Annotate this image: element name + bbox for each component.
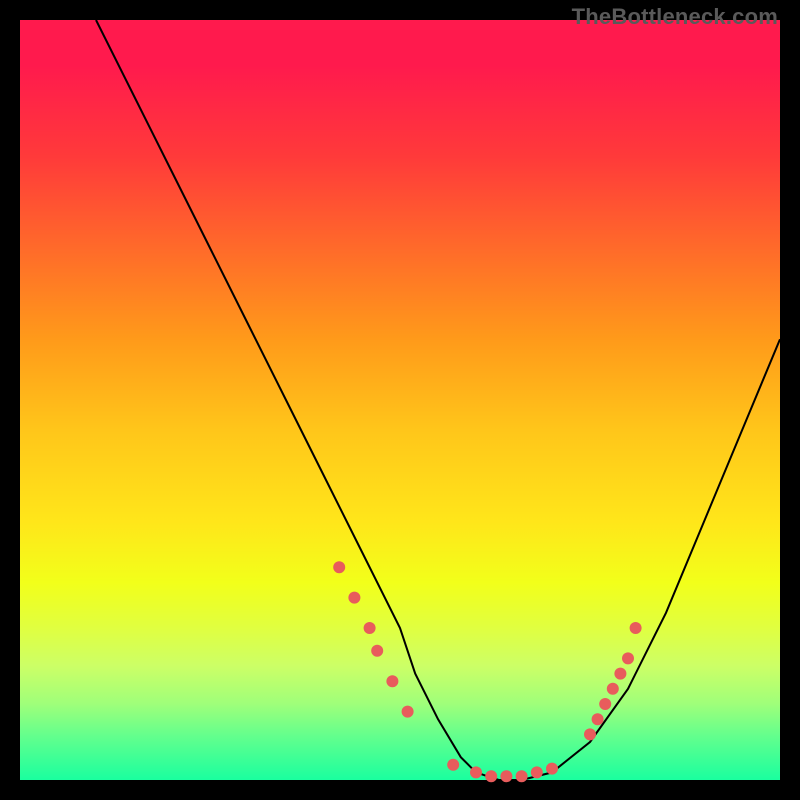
marker-dot: [447, 759, 459, 771]
marker-dot: [599, 698, 611, 710]
marker-dot: [592, 713, 604, 725]
marker-dot: [630, 622, 642, 634]
curve-line: [96, 20, 780, 780]
marker-dot: [500, 770, 512, 782]
marker-dot: [470, 766, 482, 778]
plot-area: [20, 20, 780, 780]
marker-dot: [546, 763, 558, 775]
curve-markers: [333, 561, 641, 782]
chart-svg: [20, 20, 780, 780]
marker-dot: [348, 592, 360, 604]
marker-dot: [622, 652, 634, 664]
marker-dot: [516, 770, 528, 782]
marker-dot: [614, 668, 626, 680]
marker-dot: [607, 683, 619, 695]
chart-stage: TheBottleneck.com: [0, 0, 800, 800]
marker-dot: [333, 561, 345, 573]
marker-dot: [386, 675, 398, 687]
marker-dot: [371, 645, 383, 657]
marker-dot: [485, 770, 497, 782]
marker-dot: [364, 622, 376, 634]
marker-dot: [531, 766, 543, 778]
marker-dot: [402, 706, 414, 718]
watermark-text: TheBottleneck.com: [572, 4, 778, 30]
marker-dot: [584, 728, 596, 740]
series-curve: [96, 20, 780, 780]
